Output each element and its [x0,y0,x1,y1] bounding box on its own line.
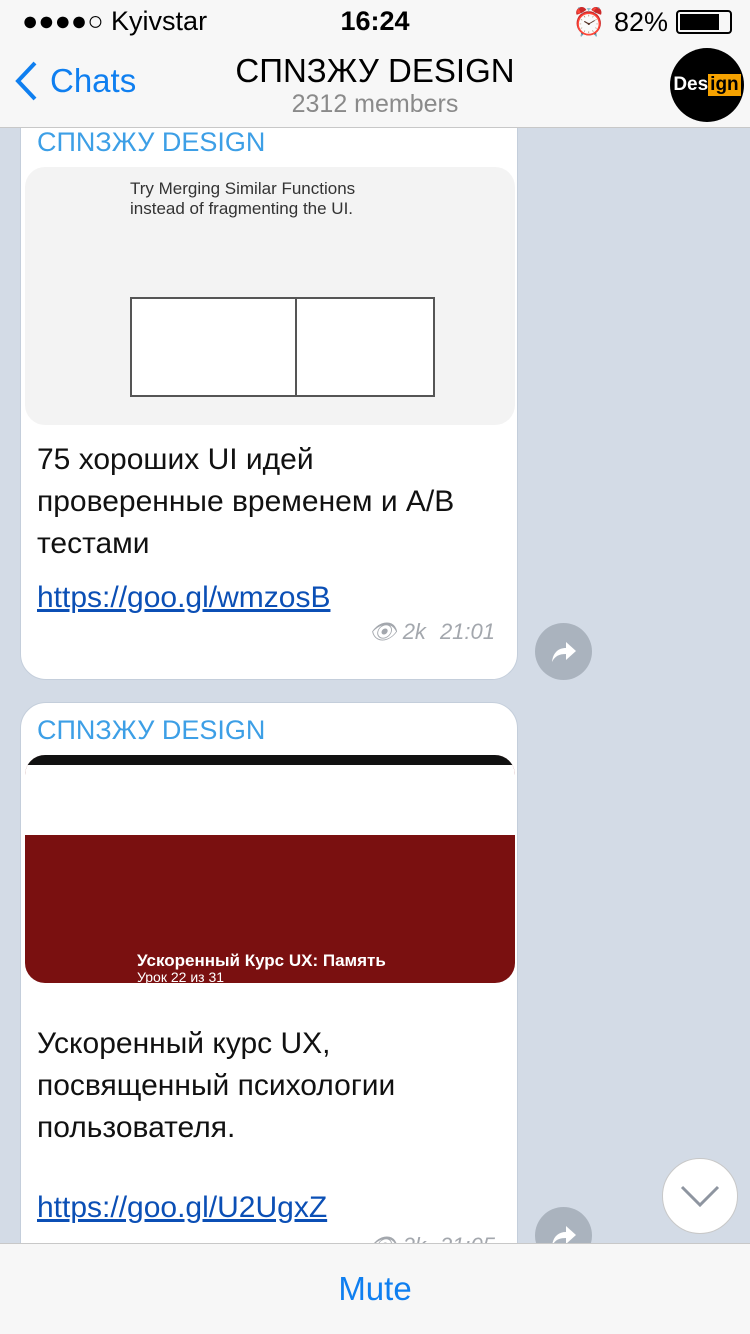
share-arrow-icon [551,1225,576,1243]
message-link[interactable]: https://goo.gl/wmzosB [37,581,330,615]
mute-label: Mute [338,1270,412,1307]
member-count: 2312 members [291,90,459,118]
mute-button[interactable]: Mute [0,1243,750,1334]
view-count: 2k [403,1233,426,1243]
message-image[interactable]: Ускоренный Курс UX: Память Урок 22 из 31 [25,755,515,983]
alarm-icon: ⏰ [572,7,606,37]
message-time: 21:05 [440,1233,495,1243]
chevron-down-icon [680,1185,720,1207]
forward-button[interactable] [535,1207,592,1243]
message-bubble: СПNЗЖУ DESIGN Ускоренный Курс UX: Память… [20,702,518,1243]
message-image[interactable]: Try Merging Similar Functions instead of… [25,167,515,425]
share-arrow-icon [551,641,576,662]
message-text: 75 хороших UI идей проверенные временем … [37,443,455,560]
scroll-to-bottom-button[interactable] [662,1158,738,1234]
battery-percent: 82% [613,6,668,37]
battery-icon [676,10,732,34]
message-list[interactable]: СПNЗЖУ DESIGN Try Merging Similar Functi… [0,128,750,1243]
message-text: Ускоренный курс UX, посвященный психолог… [37,1027,396,1144]
sender-name[interactable]: СПNЗЖУ DESIGN [37,128,265,158]
chat-title[interactable]: СПNЗЖУ DESIGN [0,52,750,90]
channel-avatar[interactable]: Des ign [670,48,744,122]
message-time: 21:01 [439,619,495,644]
message-bubble: СПNЗЖУ DESIGN Try Merging Similar Functi… [20,128,518,680]
status-bar: ●●●●○ Kyivstar 16:24 ⏰ 82% [0,0,750,40]
message-meta: 👁 2k 21:01 [369,619,495,645]
message-link[interactable]: https://goo.gl/U2UgxZ [37,1191,327,1225]
eye-icon: 👁 [369,1233,397,1243]
view-count: 2k [402,619,426,644]
eye-icon: 👁 [368,619,397,644]
message-meta: 👁 2k 21:05 [369,1233,495,1243]
sender-name[interactable]: СПNЗЖУ DESIGN [37,715,265,746]
nav-bar: Chats СПNЗЖУ DESIGN 2312 members Des ign [0,40,750,128]
forward-button[interactable] [535,623,592,680]
